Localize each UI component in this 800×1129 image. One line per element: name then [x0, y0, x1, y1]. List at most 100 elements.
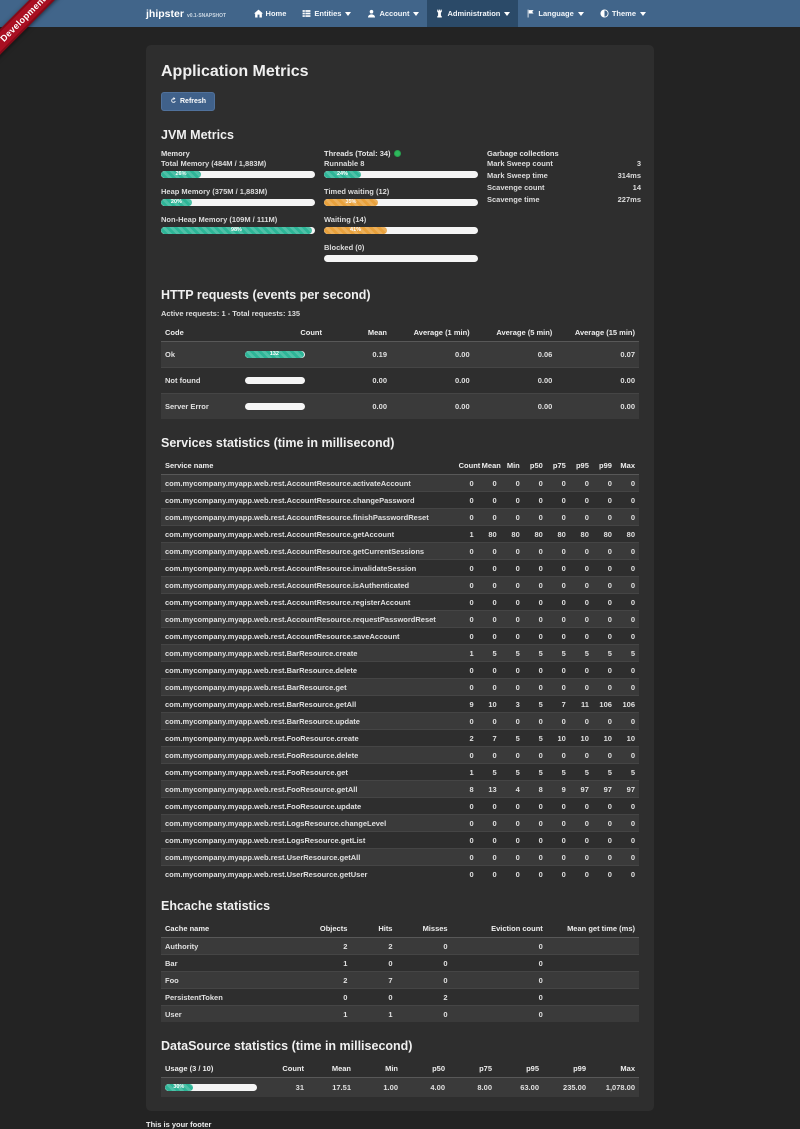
gc-label: Scavenge time [487, 194, 540, 206]
service-name-cell: com.mycompany.myapp.web.rest.BarResource… [161, 679, 455, 696]
table-row: com.mycompany.myapp.web.rest.FooResource… [161, 798, 639, 815]
threads-bar-waiting: Waiting (14) 41% [324, 215, 478, 234]
service-name-cell: com.mycompany.myapp.web.rest.FooResource… [161, 798, 455, 815]
chevron-down-icon [504, 12, 510, 16]
list-icon [302, 9, 311, 18]
gc-row: Scavenge count 14 [487, 182, 641, 194]
table-row: com.mycompany.myapp.web.rest.AccountReso… [161, 611, 639, 628]
http-code-cell: Not found [161, 368, 241, 394]
jvm-metrics-heading: JVM Metrics [161, 128, 639, 142]
cache-name-cell: Foo [161, 972, 291, 989]
brand-name: jhipster [146, 8, 184, 20]
brand-link[interactable]: jhipster v0.1-SNAPSHOT [146, 8, 226, 20]
progress-fill: 24% [324, 171, 361, 178]
datasource-statistics-heading: DataSource statistics (time in milliseco… [161, 1039, 639, 1053]
services-statistics-table: Service name Count Mean Min p50 p75 p95 … [161, 457, 639, 882]
table-row: com.mycompany.myapp.web.rest.BarResource… [161, 713, 639, 730]
nav-item-administration[interactable]: Administration [427, 0, 518, 27]
progress-fill: 98% [161, 227, 312, 234]
memory-bar-heap: Heap Memory (375M / 1,883M) 20% [161, 187, 315, 206]
service-name-cell: com.mycompany.myapp.web.rest.AccountReso… [161, 594, 455, 611]
service-name-cell: com.mycompany.myapp.web.rest.BarResource… [161, 713, 455, 730]
table-row: com.mycompany.myapp.web.rest.AccountReso… [161, 492, 639, 509]
service-name-cell: com.mycompany.myapp.web.rest.AccountReso… [161, 577, 455, 594]
cache-name-cell: PersistentToken [161, 989, 291, 1006]
datasource-usage-cell: 30% [161, 1078, 261, 1098]
table-row: User 1 1 0 0 [161, 1006, 639, 1023]
chevron-down-icon [413, 12, 419, 16]
thread-dump-eye-icon[interactable] [394, 150, 401, 157]
cache-name-cell: Authority [161, 938, 291, 955]
table-row: com.mycompany.myapp.web.rest.AccountReso… [161, 577, 639, 594]
nav-item-entities[interactable]: Entities [294, 0, 359, 27]
http-requests-heading: HTTP requests (events per second) [161, 288, 639, 302]
cache-name-cell: Bar [161, 955, 291, 972]
progress-track: 98% [161, 227, 315, 234]
service-name-cell: com.mycompany.myapp.web.rest.BarResource… [161, 645, 455, 662]
threads-bar-runnable: Runnable 8 24% [324, 159, 478, 178]
service-name-cell: com.mycompany.myapp.web.rest.AccountReso… [161, 475, 455, 492]
chevron-down-icon [578, 12, 584, 16]
table-row: PersistentToken 0 0 2 0 [161, 989, 639, 1006]
threads-heading: Threads (Total: 34) [324, 149, 391, 158]
services-statistics-heading: Services statistics (time in millisecond… [161, 436, 639, 450]
progress-fill: 41% [324, 227, 387, 234]
service-name-cell: com.mycompany.myapp.web.rest.AccountReso… [161, 509, 455, 526]
tower-icon [435, 9, 444, 18]
progress-track: 35% [324, 199, 478, 206]
memory-bar-total: Total Memory (484M / 1,883M) 26% [161, 159, 315, 178]
metrics-panel: Application Metrics Refresh JVM Metrics … [146, 45, 654, 1111]
nav-item-theme[interactable]: Theme [592, 0, 654, 27]
http-count-cell: 132 [241, 342, 326, 368]
table-row: com.mycompany.myapp.web.rest.FooResource… [161, 781, 639, 798]
gc-row: Mark Sweep time 314ms [487, 170, 641, 182]
ehcache-statistics-table: Cache name Objects Hits Misses Eviction … [161, 920, 639, 1022]
navbar: jhipster v0.1-SNAPSHOT Home Entities Acc… [0, 0, 800, 27]
table-row: com.mycompany.myapp.web.rest.AccountReso… [161, 543, 639, 560]
service-name-cell: com.mycompany.myapp.web.rest.LogsResourc… [161, 815, 455, 832]
flag-icon [526, 9, 535, 18]
datasource-statistics-table: Usage (3 / 10) Count Mean Min p50 p75 p9… [161, 1060, 639, 1097]
footer-text: This is your footer [146, 1120, 654, 1129]
http-count-cell [241, 394, 326, 420]
table-row: com.mycompany.myapp.web.rest.LogsResourc… [161, 832, 639, 849]
service-name-cell: com.mycompany.myapp.web.rest.AccountReso… [161, 611, 455, 628]
table-header-row: Cache name Objects Hits Misses Eviction … [161, 920, 639, 938]
page-title: Application Metrics [161, 63, 639, 81]
table-header-row: Usage (3 / 10) Count Mean Min p50 p75 p9… [161, 1060, 639, 1078]
nav-menu: Home Entities Account Administration Lan… [246, 0, 654, 27]
nav-item-home[interactable]: Home [246, 0, 295, 27]
progress-track: 24% [324, 171, 478, 178]
http-count-cell [241, 368, 326, 394]
progress-track: 132 [245, 351, 305, 358]
table-row: com.mycompany.myapp.web.rest.FooResource… [161, 730, 639, 747]
service-name-cell: com.mycompany.myapp.web.rest.UserResourc… [161, 866, 455, 883]
nav-item-account[interactable]: Account [359, 0, 427, 27]
gc-column: Garbage collections Mark Sweep count 3 M… [487, 149, 641, 271]
progress-track: 26% [161, 171, 315, 178]
chevron-down-icon [640, 12, 646, 16]
table-row: com.mycompany.myapp.web.rest.BarResource… [161, 696, 639, 713]
table-row: com.mycompany.myapp.web.rest.FooResource… [161, 747, 639, 764]
cache-name-cell: User [161, 1006, 291, 1023]
progress-fill: 132 [245, 351, 304, 358]
table-row: com.mycompany.myapp.web.rest.AccountReso… [161, 475, 639, 492]
refresh-button[interactable]: Refresh [161, 92, 215, 111]
refresh-icon [170, 97, 177, 106]
gc-label: Mark Sweep count [487, 158, 553, 170]
service-name-cell: com.mycompany.myapp.web.rest.LogsResourc… [161, 832, 455, 849]
http-requests-summary: Active requests: 1 - Total requests: 135 [161, 309, 639, 318]
threads-column: Threads (Total: 34) Runnable 8 24% Timed… [324, 149, 478, 271]
table-row: com.mycompany.myapp.web.rest.AccountReso… [161, 509, 639, 526]
progress-track: 30% [165, 1084, 257, 1091]
nav-item-language[interactable]: Language [518, 0, 591, 27]
progress-fill: 26% [161, 171, 201, 178]
memory-bar-nonheap: Non-Heap Memory (109M / 111M) 98% [161, 215, 315, 234]
gc-label: Scavenge count [487, 182, 545, 194]
table-row: Authority 2 2 0 0 [161, 938, 639, 955]
service-name-cell: com.mycompany.myapp.web.rest.AccountReso… [161, 543, 455, 560]
gc-value: 3 [637, 158, 641, 170]
gc-label: Mark Sweep time [487, 170, 548, 182]
gc-value: 314ms [618, 170, 641, 182]
home-icon [254, 9, 263, 18]
